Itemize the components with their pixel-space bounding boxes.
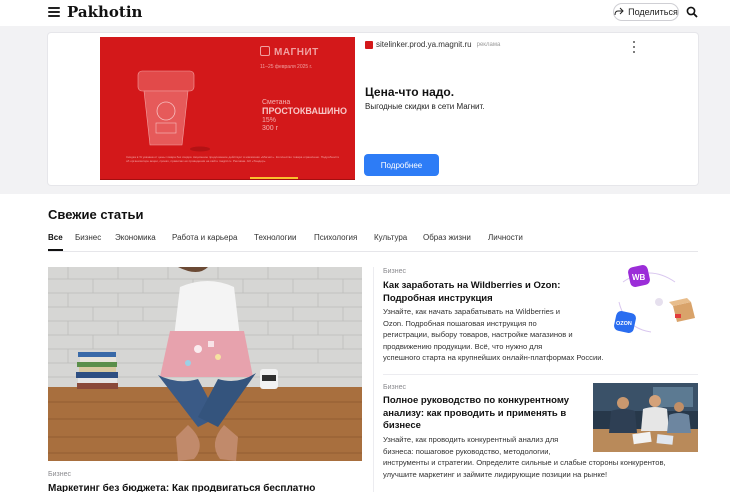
tab-work-career[interactable]: Работа и карьера xyxy=(172,233,237,242)
ad-cta-button[interactable]: Подробнее xyxy=(364,154,439,176)
ad-image[interactable]: МАГНИТ 11–25 февраля 2025 г. Сметана ПРО… xyxy=(100,37,355,180)
ad-image-product: Сметана ПРОСТОКВАШИНО 15% 300 г xyxy=(262,99,347,133)
article-2-title-line-1: Полное руководство по конкурентному xyxy=(383,395,570,406)
ad-title[interactable]: Цена-что надо. xyxy=(365,85,454,99)
menu-icon[interactable] xyxy=(48,7,60,17)
article-separator xyxy=(383,374,698,375)
column-divider xyxy=(373,267,374,492)
article-1-desc-line-5: успешного старта на крупнейших онлайн-пл… xyxy=(383,353,604,362)
article-2-title[interactable]: Полное руководство по конкурентному анал… xyxy=(383,395,588,433)
category-tabs: Все Бизнес Экономика Работа и карьера Те… xyxy=(48,232,698,252)
ad-domain[interactable]: sitelinker.prod.ya.magnit.ru реклама xyxy=(365,40,500,49)
article-1-title[interactable]: Как заработать на Wildberries и Ozon: По… xyxy=(383,280,593,305)
article-2-title-line-2: анализу: как проводить и применять в xyxy=(383,407,567,419)
top-bar: Pakhotin Поделиться xyxy=(0,0,730,26)
share-button[interactable]: Поделиться xyxy=(613,3,679,21)
ad-favicon-icon xyxy=(365,40,373,49)
big-article-title[interactable]: Маркетинг без бюджета: Как продвигаться … xyxy=(48,483,315,492)
article-1-title-line-2: Подробная инструкция xyxy=(383,292,493,304)
ad-image-fine-print: Скидка в % указана от цены товара без ск… xyxy=(126,155,340,163)
tab-economics[interactable]: Экономика xyxy=(115,233,156,242)
product-fat: 15% xyxy=(262,117,277,124)
ozon-logo-text: OZON xyxy=(616,321,632,327)
big-article-image[interactable] xyxy=(48,267,362,461)
article-2-category[interactable]: Бизнес xyxy=(383,384,406,391)
article-2-title-line-3: бизнесе xyxy=(383,420,421,431)
article-1-title-line-1: Как заработать на Wildberries и Ozon: xyxy=(383,280,561,291)
article-2-desc-line-4: улучшите маркетинг и займите лидирующие … xyxy=(383,469,608,479)
article-2-desc-line-3: инструменты и стратегии. Определите силь… xyxy=(383,458,666,467)
tab-technology[interactable]: Технологии xyxy=(254,233,296,242)
ad-image-date: 11–25 февраля 2025 г. xyxy=(260,64,313,70)
site-logo[interactable]: Pakhotin xyxy=(67,3,142,21)
tab-culture[interactable]: Культура xyxy=(374,233,407,242)
magnit-logo-icon xyxy=(260,46,270,56)
ad-subtitle: Выгодные скидки в сети Магнит. xyxy=(365,102,485,111)
article-1-category[interactable]: Бизнес xyxy=(383,268,406,275)
ad-image-brand: МАГНИТ xyxy=(274,47,319,58)
tab-lifestyle[interactable]: Образ жизни xyxy=(423,233,471,242)
article-1-thumbnail[interactable]: WB OZON xyxy=(601,262,698,334)
tab-all[interactable]: Все xyxy=(48,233,63,251)
more-options-icon[interactable] xyxy=(632,41,636,53)
article-2-thumbnail[interactable] xyxy=(593,383,698,452)
wb-logo-text: WB xyxy=(632,273,646,282)
tab-business[interactable]: Бизнес xyxy=(75,233,101,242)
product-weight: 300 г xyxy=(262,125,279,132)
section-title: Свежие статьи xyxy=(48,207,144,222)
share-icon xyxy=(614,7,624,16)
tab-psychology[interactable]: Психология xyxy=(314,233,357,242)
ad-tag: реклама xyxy=(476,41,501,48)
tab-personalities[interactable]: Личности xyxy=(488,233,523,242)
ad-area: МАГНИТ 11–25 февраля 2025 г. Сметана ПРО… xyxy=(0,26,730,194)
big-article-category[interactable]: Бизнес xyxy=(48,471,71,478)
ad-card[interactable]: МАГНИТ 11–25 февраля 2025 г. Сметана ПРО… xyxy=(48,33,698,185)
share-label: Поделиться xyxy=(628,7,678,17)
yogurt-cup-illustration xyxy=(137,70,210,152)
ad-image-bottom-line xyxy=(100,179,355,180)
article-1-desc-line-4: продвижению продукции. Всё, что нужно дл… xyxy=(383,341,543,351)
product-brand: ПРОСТОКВАШИНО xyxy=(262,106,347,116)
search-icon[interactable] xyxy=(686,6,698,18)
ad-domain-text: sitelinker.prod.ya.magnit.ru xyxy=(376,40,472,49)
